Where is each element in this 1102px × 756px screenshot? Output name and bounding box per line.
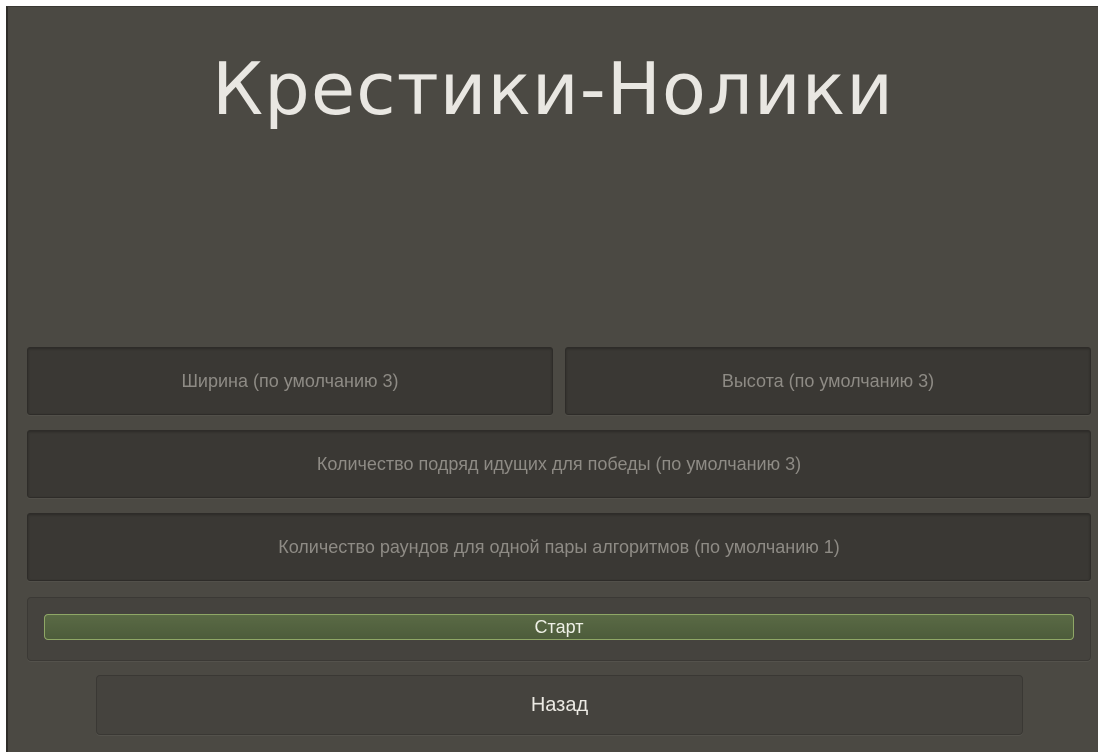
width-field-container xyxy=(27,347,553,415)
win-length-field-container xyxy=(27,430,1091,498)
rounds-input[interactable] xyxy=(28,513,1090,581)
width-input[interactable] xyxy=(28,347,552,415)
start-button-frame: Старт xyxy=(27,597,1091,661)
game-setup-window: Крестики-Нолики Старт Назад xyxy=(6,6,1098,752)
rounds-field-container xyxy=(27,513,1091,581)
page-title: Крестики-Нолики xyxy=(212,47,894,131)
win-length-input[interactable] xyxy=(28,430,1090,498)
height-input[interactable] xyxy=(566,347,1090,415)
back-button[interactable]: Назад xyxy=(96,675,1023,735)
height-field-container xyxy=(565,347,1091,415)
start-button[interactable]: Старт xyxy=(44,614,1074,640)
